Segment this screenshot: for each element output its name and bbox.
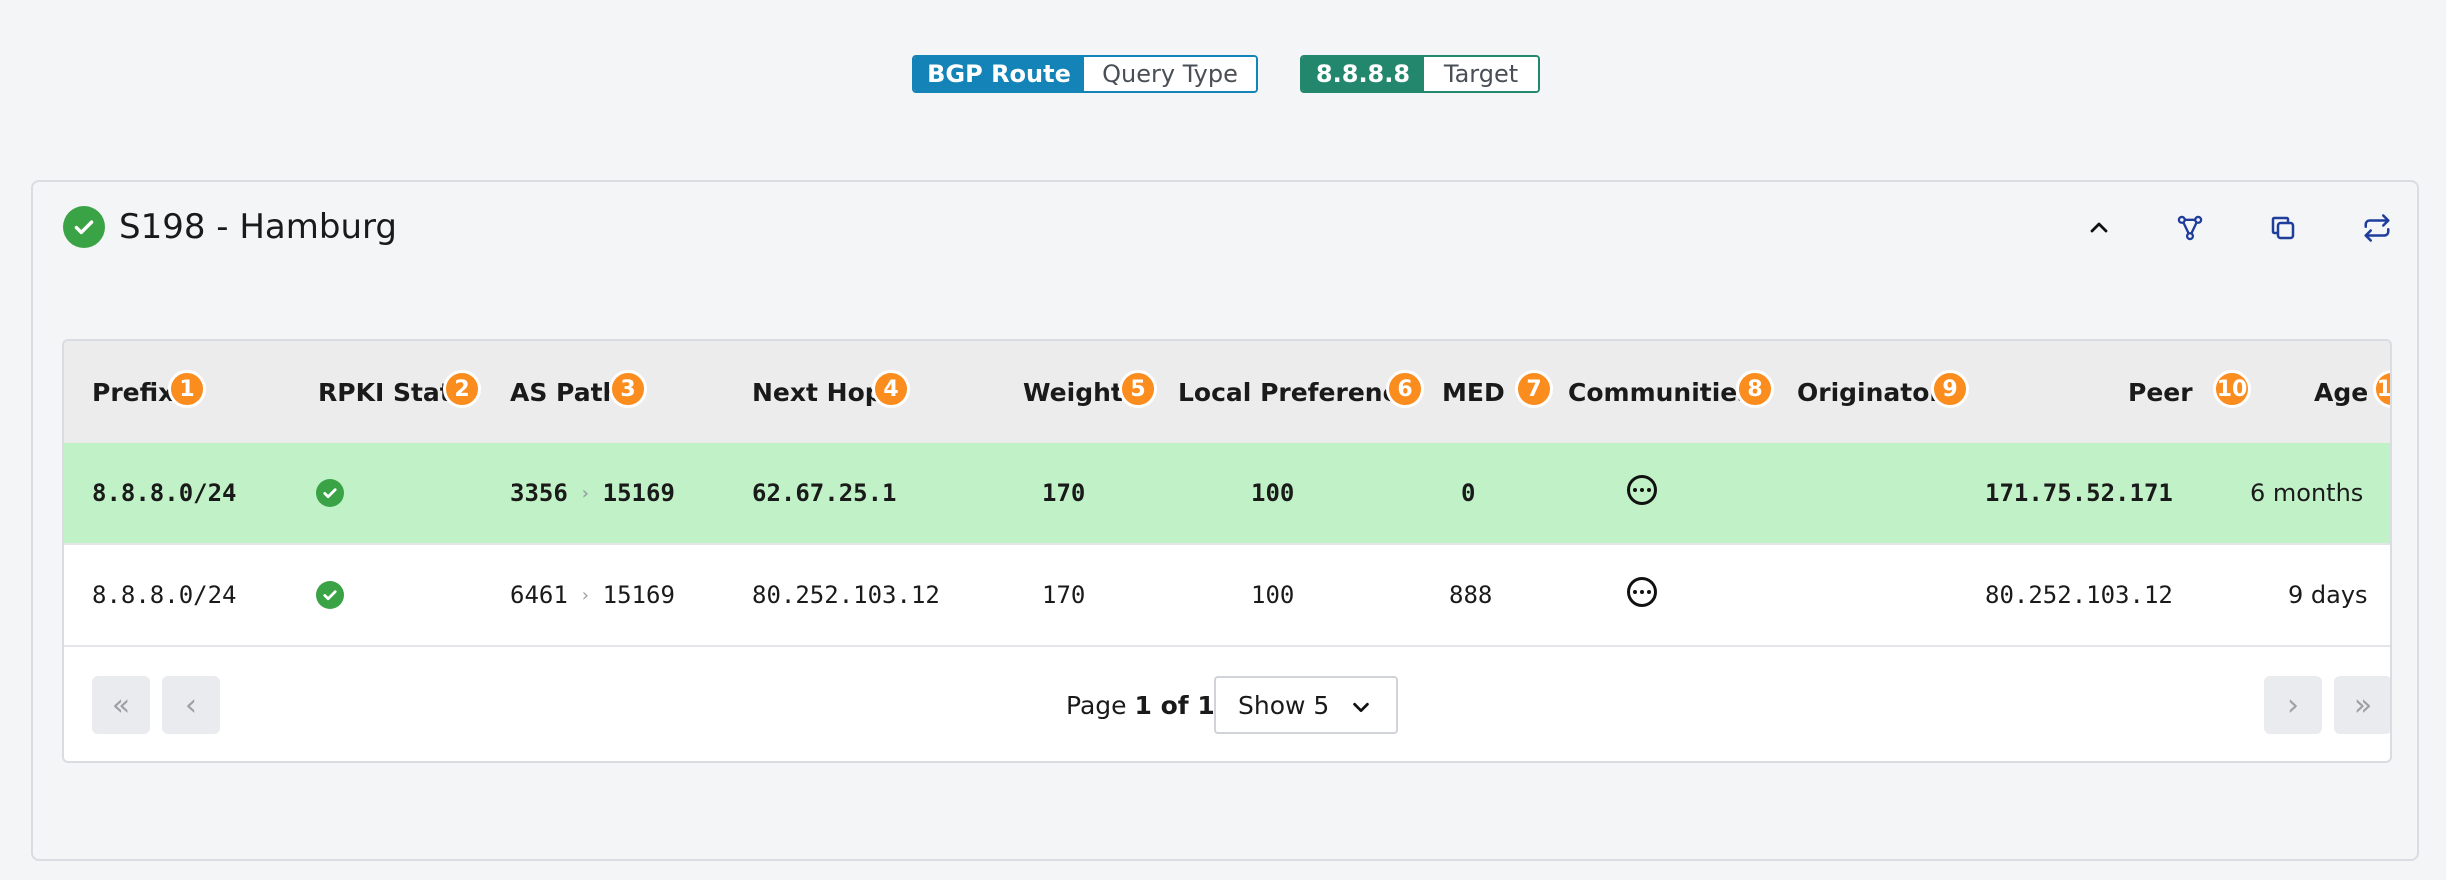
page-size-value: Show 5 <box>1238 690 1330 720</box>
repeat-arrows-icon <box>2364 214 2390 242</box>
rpki-state-cell <box>316 545 344 645</box>
header-badge: 5 <box>1119 370 1157 408</box>
cell-prefix: 8.8.8.0/24 <box>92 479 237 507</box>
header-as-path[interactable]: AS Path <box>510 341 620 443</box>
chevrons-right-icon: » <box>2353 687 2373 723</box>
table-row[interactable]: 8.8.8.0/24 3356 › 15169 62.67.25.1 170 1… <box>64 443 2390 545</box>
result-card: S198 - Hamburg Prefix 1 RPKI State 2 AS … <box>31 180 2419 861</box>
target-label: Target <box>1424 57 1538 91</box>
chevron-down-icon <box>1353 702 1369 713</box>
header-badge: 4 <box>872 370 910 408</box>
header-local-preference[interactable]: Local Preference <box>1178 341 1414 443</box>
last-page-button[interactable]: » <box>2334 676 2390 734</box>
cell-med: 0 <box>1461 479 1476 507</box>
header-age[interactable]: Age <box>2314 341 2368 443</box>
chevron-up-icon <box>2090 222 2108 233</box>
as-path-hop: 15169 <box>602 479 675 507</box>
next-page-button[interactable]: › <box>2264 676 2322 734</box>
cell-local-preference: 100 <box>1251 581 1295 609</box>
rpki-state-cell <box>316 443 344 543</box>
copy-icon <box>2271 216 2295 240</box>
network-path-icon <box>2177 215 2203 241</box>
chevron-right-icon: › <box>2287 687 2299 723</box>
success-check-icon <box>63 206 105 248</box>
page-size-select[interactable]: Show 5 <box>1214 676 1398 734</box>
chevron-right-icon: › <box>579 482 591 504</box>
target-value: 8.8.8.8 <box>1302 57 1424 91</box>
refresh-button[interactable] <box>2353 204 2401 252</box>
chevron-right-icon: › <box>579 584 591 606</box>
header-peer[interactable]: Peer <box>2128 341 2193 443</box>
first-page-button[interactable]: « <box>92 676 150 734</box>
cell-as-path: 6461 › 15169 <box>510 545 675 645</box>
header-badge: 7 <box>1515 370 1553 408</box>
previous-page-button[interactable]: ‹ <box>162 676 220 734</box>
header-originator[interactable]: Originator <box>1797 341 1942 443</box>
path-graph-button[interactable] <box>2166 204 2214 252</box>
cell-prefix: 8.8.8.0/24 <box>92 581 237 609</box>
cell-weight: 170 <box>1042 581 1086 609</box>
copy-button[interactable] <box>2259 204 2307 252</box>
chevrons-left-icon: « <box>111 687 131 723</box>
card-title: S198 - Hamburg <box>119 207 397 247</box>
header-badge: 3 <box>609 370 647 408</box>
query-type-tag: BGP Route Query Type <box>912 55 1258 93</box>
cell-med: 888 <box>1449 581 1493 609</box>
rpki-valid-icon[interactable] <box>316 479 344 507</box>
header-badge: 9 <box>1931 370 1969 408</box>
page-indicator: Page 1 of 1 <box>1066 676 1215 734</box>
cell-age: 9 days <box>2288 581 2368 609</box>
cell-as-path: 3356 › 15169 <box>510 443 675 543</box>
chevron-left-icon: ‹ <box>185 687 197 723</box>
query-type-value: BGP Route <box>914 57 1084 91</box>
header-communities[interactable]: Communities <box>1568 341 1752 443</box>
cell-age: 6 months <box>2250 479 2364 507</box>
header-prefix[interactable]: Prefix <box>92 341 174 443</box>
communities-cell <box>1627 545 1657 645</box>
cell-peer: 80.252.103.12 <box>1985 581 2173 609</box>
communities-cell <box>1627 443 1657 543</box>
page-value: 1 of 1 <box>1134 690 1215 720</box>
more-horizontal-icon[interactable] <box>1627 475 1657 505</box>
table-row[interactable]: 8.8.8.0/24 6461 › 15169 80.252.103.12 17… <box>64 545 2390 647</box>
cell-local-preference: 100 <box>1251 479 1295 507</box>
cell-next-hop: 80.252.103.12 <box>752 581 940 609</box>
header-badge: 11 <box>2373 370 2390 408</box>
header-badge: 8 <box>1736 370 1774 408</box>
table-header: Prefix 1 RPKI State 2 AS Path 3 Next Hop… <box>64 341 2390 443</box>
route-table: Prefix 1 RPKI State 2 AS Path 3 Next Hop… <box>62 339 2392 763</box>
cell-peer: 171.75.52.171 <box>1985 479 2173 507</box>
more-horizontal-icon[interactable] <box>1627 577 1657 607</box>
pagination-bar: « ‹ Page 1 of 1 Show 5 › » <box>64 647 2390 761</box>
target-tag: 8.8.8.8 Target <box>1300 55 1540 93</box>
header-weight[interactable]: Weight <box>1023 341 1123 443</box>
as-path-hop: 3356 <box>510 479 568 507</box>
page-label: Page <box>1066 690 1127 720</box>
query-type-label: Query Type <box>1084 57 1256 91</box>
header-badge: 6 <box>1386 370 1424 408</box>
cell-next-hop: 62.67.25.1 <box>752 479 897 507</box>
cell-weight: 170 <box>1042 479 1086 507</box>
collapse-button[interactable] <box>2075 204 2123 252</box>
rpki-valid-icon[interactable] <box>316 581 344 609</box>
header-badge: 10 <box>2213 370 2251 408</box>
header-next-hop[interactable]: Next Hop <box>752 341 883 443</box>
as-path-hop: 6461 <box>510 581 568 609</box>
header-med[interactable]: MED <box>1442 341 1505 443</box>
card-header[interactable]: S198 - Hamburg <box>63 206 397 248</box>
as-path-hop: 15169 <box>602 581 675 609</box>
header-badge: 1 <box>168 370 206 408</box>
header-badge: 2 <box>443 370 481 408</box>
